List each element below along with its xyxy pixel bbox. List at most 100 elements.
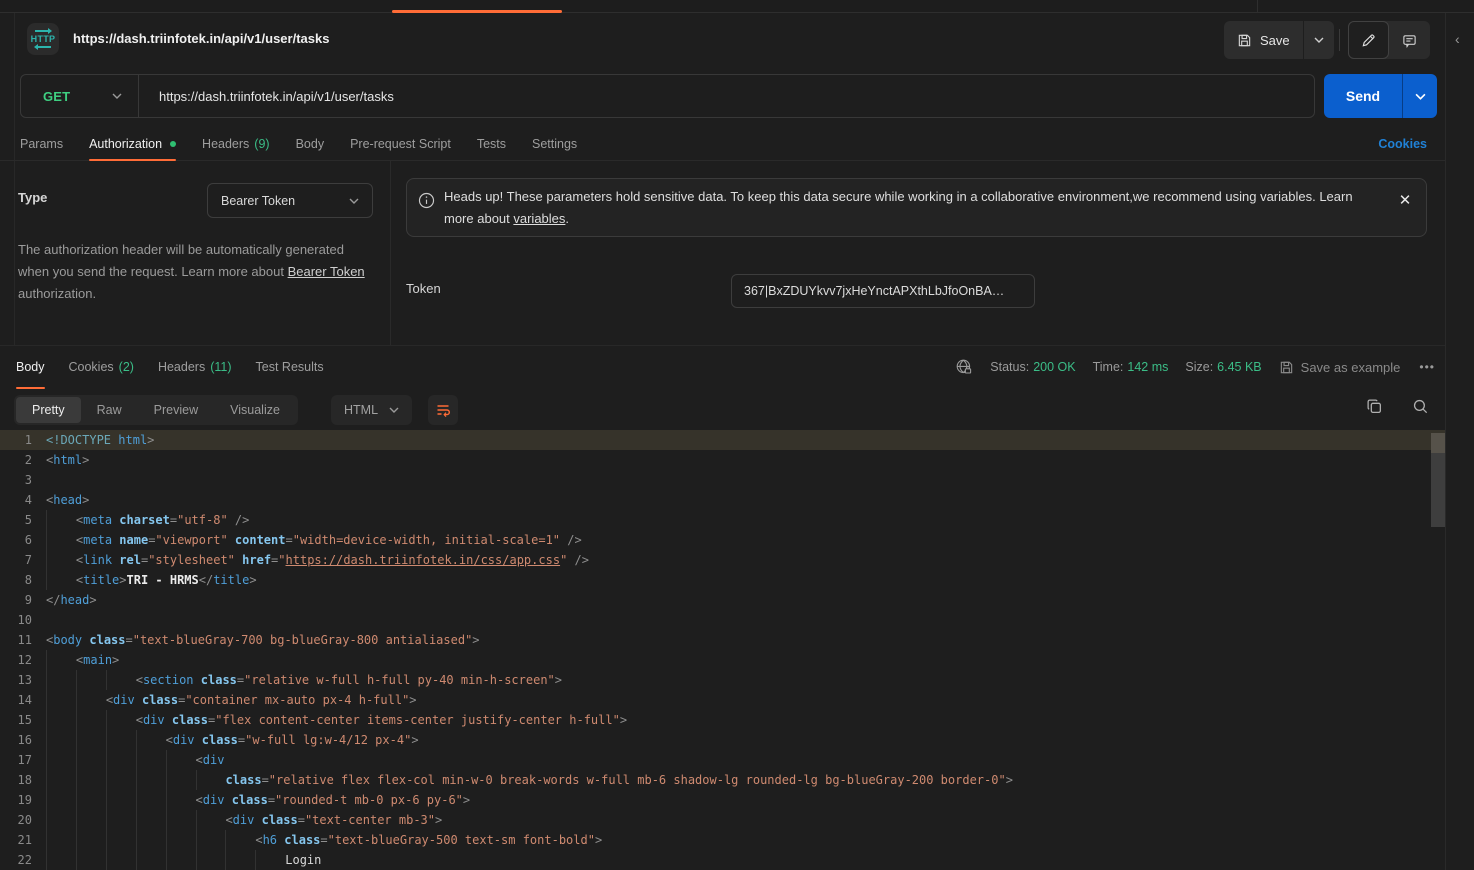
auth-description: The authorization header will be automat… bbox=[18, 239, 374, 305]
copy-icon bbox=[1366, 398, 1383, 415]
line-number: 1 bbox=[0, 430, 46, 450]
edit-button[interactable] bbox=[1348, 21, 1389, 59]
code-line-18: 18 class="relative flex flex-col min-w-0… bbox=[0, 770, 1445, 790]
code-line-14: 14 <div class="container mx-auto px-4 h-… bbox=[0, 690, 1445, 710]
code-line-16: 16 <div class="w-full lg:w-4/12 px-4"> bbox=[0, 730, 1445, 750]
line-number: 3 bbox=[0, 470, 46, 490]
line-number: 6 bbox=[0, 530, 46, 550]
tab-settings[interactable]: Settings bbox=[532, 128, 577, 160]
tab-headers[interactable]: Headers(11) bbox=[158, 346, 232, 388]
send-button-group: Send bbox=[1324, 74, 1437, 118]
line-number: 20 bbox=[0, 810, 46, 830]
token-input[interactable]: 367|BxZDUYkvv7jxHeYnctAPXthLbJfoOnBA… bbox=[731, 274, 1035, 308]
size-badge[interactable]: Size:6.45 KB bbox=[1185, 360, 1261, 374]
http-request-icon: HTTP bbox=[27, 23, 59, 55]
request-header: HTTP https://dash.triinfotek.in/api/v1/u… bbox=[0, 13, 1474, 73]
auth-fields-column: Heads up! These parameters hold sensitiv… bbox=[391, 161, 1445, 345]
line-number: 7 bbox=[0, 550, 46, 570]
line-number: 15 bbox=[0, 710, 46, 730]
code-line-17: 17 <div bbox=[0, 750, 1445, 770]
code-line-12: 12 <main> bbox=[0, 650, 1445, 670]
chevron-down-icon bbox=[389, 407, 399, 413]
line-number: 19 bbox=[0, 790, 46, 810]
close-icon[interactable]: ✕ bbox=[1396, 191, 1414, 209]
search-button[interactable] bbox=[1412, 398, 1429, 415]
token-label: Token bbox=[406, 281, 441, 296]
tab-separator bbox=[1257, 0, 1258, 12]
code-line-21: 21 <h6 class="text-blueGray-500 text-sm … bbox=[0, 830, 1445, 850]
line-number: 12 bbox=[0, 650, 46, 670]
tab-test-results[interactable]: Test Results bbox=[256, 346, 324, 388]
code-line-19: 19 <div class="rounded-t mb-0 px-6 py-6"… bbox=[0, 790, 1445, 810]
save-as-example-button[interactable]: Save as example bbox=[1279, 360, 1401, 375]
method-selector[interactable]: GET bbox=[21, 75, 139, 117]
modified-dot-icon bbox=[170, 141, 176, 147]
auth-type-select[interactable]: Bearer Token bbox=[207, 183, 373, 218]
response-section-bar: Body Cookies(2) Headers(11) Test Results St… bbox=[0, 345, 1445, 388]
code-lines: 1<!DOCTYPE html>2<html>34<head>5 <meta c… bbox=[0, 430, 1445, 870]
tab-tests[interactable]: Tests bbox=[477, 128, 506, 160]
line-number: 18 bbox=[0, 770, 46, 790]
tab-headers[interactable]: Headers(9) bbox=[202, 128, 270, 160]
info-icon bbox=[418, 192, 435, 209]
workspace-tab-strip bbox=[0, 0, 1474, 13]
pencil-icon bbox=[1361, 33, 1376, 48]
code-line-5: 5 <meta charset="utf-8" /> bbox=[0, 510, 1445, 530]
code-line-11: 11<body class="text-blueGray-700 bg-blue… bbox=[0, 630, 1445, 650]
wrap-text-icon bbox=[435, 402, 451, 418]
language-select[interactable]: HTML bbox=[331, 395, 412, 425]
app-window: HTTP https://dash.triinfotek.in/api/v1/u… bbox=[0, 0, 1474, 870]
request-tabs: Params Authorization Headers(9) Body Pre-req… bbox=[20, 128, 577, 160]
copy-button[interactable] bbox=[1366, 398, 1383, 415]
save-options-button[interactable] bbox=[1304, 21, 1334, 59]
mode-raw[interactable]: Raw bbox=[81, 397, 138, 423]
cookies-link[interactable]: Cookies bbox=[1378, 128, 1427, 160]
header-divider bbox=[1339, 29, 1340, 51]
variables-link[interactable]: variables bbox=[513, 211, 565, 226]
comments-button[interactable] bbox=[1389, 21, 1430, 59]
tab-pre-request-script[interactable]: Pre-request Script bbox=[350, 128, 451, 160]
tab-body[interactable]: Body bbox=[296, 128, 325, 160]
code-line-9: 9</head> bbox=[0, 590, 1445, 610]
tab-params[interactable]: Params bbox=[20, 128, 63, 160]
send-button[interactable]: Send bbox=[1324, 74, 1402, 118]
right-sidebar-rail: ‹ bbox=[1445, 13, 1474, 870]
response-meta: Status:200 OK Time:142 ms Size:6.45 KB S… bbox=[955, 346, 1445, 388]
code-line-4: 4<head> bbox=[0, 490, 1445, 510]
network-info-icon[interactable] bbox=[955, 358, 973, 376]
request-tabs-row: Params Authorization Headers(9) Body Pre-req… bbox=[0, 128, 1445, 161]
code-line-22: 22 Login bbox=[0, 850, 1445, 870]
response-tabs: Body Cookies(2) Headers(11) Test Results bbox=[16, 346, 324, 388]
comment-icon bbox=[1402, 33, 1417, 48]
time-badge[interactable]: Time:142 ms bbox=[1093, 360, 1169, 374]
line-number: 21 bbox=[0, 830, 46, 850]
tab-cookies[interactable]: Cookies(2) bbox=[69, 346, 134, 388]
more-options-icon[interactable]: ••• bbox=[1419, 360, 1435, 374]
code-scrollbar[interactable] bbox=[1431, 433, 1445, 527]
line-number: 14 bbox=[0, 690, 46, 710]
status-badge[interactable]: Status:200 OK bbox=[990, 360, 1075, 374]
code-line-7: 7 <link rel="stylesheet" href="https://d… bbox=[0, 550, 1445, 570]
arrow-left-icon bbox=[38, 46, 51, 48]
bearer-token-link[interactable]: Bearer Token bbox=[288, 264, 365, 279]
auth-type-column: Type Bearer Token The authorization head… bbox=[0, 161, 391, 345]
request-title: https://dash.triinfotek.in/api/v1/user/t… bbox=[73, 31, 329, 46]
request-url-bar: GET https://dash.triinfotek.in/api/v1/us… bbox=[20, 74, 1315, 118]
tab-body[interactable]: Body bbox=[16, 346, 45, 388]
save-icon bbox=[1279, 360, 1294, 375]
tab-authorization[interactable]: Authorization bbox=[89, 128, 176, 160]
url-input[interactable]: https://dash.triinfotek.in/api/v1/user/t… bbox=[139, 75, 1314, 117]
mode-preview[interactable]: Preview bbox=[138, 397, 214, 423]
tab-count: (11) bbox=[210, 360, 231, 374]
mode-pretty[interactable]: Pretty bbox=[16, 397, 81, 423]
line-number: 22 bbox=[0, 850, 46, 870]
sensitive-data-banner: Heads up! These parameters hold sensitiv… bbox=[406, 178, 1427, 237]
code-line-13: 13 <section class="relative w-full h-ful… bbox=[0, 670, 1445, 690]
arrow-right-icon bbox=[35, 30, 48, 32]
collapse-panel-icon[interactable]: ‹ bbox=[1455, 31, 1460, 47]
response-body-code[interactable]: 1<!DOCTYPE html>2<html>34<head>5 <meta c… bbox=[0, 430, 1445, 870]
mode-visualize[interactable]: Visualize bbox=[214, 397, 296, 423]
save-button[interactable]: Save bbox=[1224, 21, 1303, 59]
wrap-text-button[interactable] bbox=[428, 395, 458, 425]
send-options-button[interactable] bbox=[1403, 74, 1437, 118]
